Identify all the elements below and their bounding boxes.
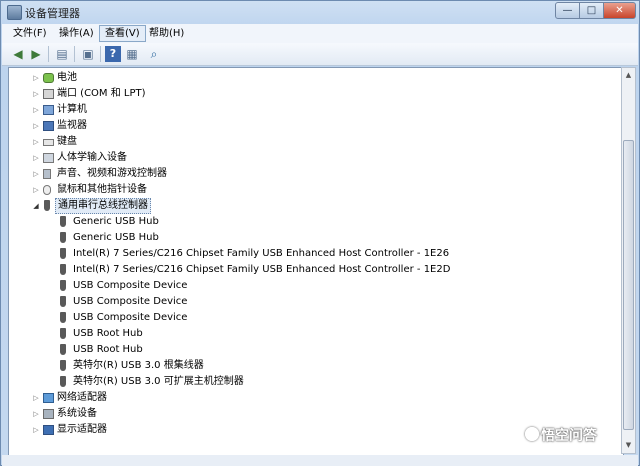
back-icon[interactable]: ◀ xyxy=(10,46,26,62)
expand-arrow-icon[interactable]: ▷ xyxy=(31,134,41,150)
maximize-button[interactable]: □ xyxy=(579,2,604,19)
menu-help[interactable]: 帮助(H) xyxy=(144,25,189,42)
tree-item-label: 人体学输入设备 xyxy=(57,152,127,163)
tree-item-label: 声音、视频和游戏控制器 xyxy=(57,168,167,179)
usb-icon xyxy=(60,312,66,323)
expand-arrow-icon[interactable]: ▷ xyxy=(31,390,41,406)
properties-icon[interactable]: ▣ xyxy=(80,46,96,62)
tree-item-label: Generic USB Hub xyxy=(73,216,159,227)
status-bar xyxy=(2,455,638,466)
monitor-icon xyxy=(43,121,54,131)
tree-item-label: 英特尔(R) USB 3.0 可扩展主机控制器 xyxy=(73,376,244,387)
tree-item-label: 显示适配器 xyxy=(57,424,107,435)
usb-icon xyxy=(60,216,66,227)
title-bar[interactable]: 设备管理器 — □ ✕ xyxy=(1,1,639,23)
tree-item-label: Intel(R) 7 Series/C216 Chipset Family US… xyxy=(73,264,451,275)
usb-icon xyxy=(60,360,66,371)
toolbar: ◀ ▶ ▤ ▣ ? ▦ ⌕ xyxy=(2,43,638,66)
usb-icon xyxy=(60,296,66,307)
usb-icon xyxy=(44,200,50,211)
tree-item-label: 监视器 xyxy=(57,120,87,131)
usb-icon xyxy=(60,328,66,339)
usb-icon xyxy=(60,264,66,275)
menu-action[interactable]: 操作(A) xyxy=(54,25,99,42)
toolbar-separator xyxy=(100,46,101,62)
minimize-button[interactable]: — xyxy=(555,2,580,19)
keyboard-icon xyxy=(43,139,54,146)
scan-hardware-icon[interactable]: ⌕ xyxy=(146,46,162,62)
watermark-logo-icon xyxy=(525,427,539,441)
expand-arrow-icon[interactable]: ▷ xyxy=(31,150,41,166)
tree-item-label: 英特尔(R) USB 3.0 根集线器 xyxy=(73,360,204,371)
collapse-arrow-icon[interactable]: ◢ xyxy=(31,198,41,214)
scroll-down-icon[interactable]: ▼ xyxy=(622,438,635,452)
show-hide-console-icon[interactable]: ▤ xyxy=(54,46,70,62)
expand-arrow-icon[interactable]: ▷ xyxy=(31,118,41,134)
tree-item-label: Intel(R) 7 Series/C216 Chipset Family US… xyxy=(73,248,450,259)
system-icon xyxy=(43,409,54,419)
watermark: 悟空问答 xyxy=(541,428,597,444)
tree-item-label: USB Root Hub xyxy=(73,344,143,355)
usb-icon xyxy=(60,344,66,355)
toolbar-separator xyxy=(74,46,75,62)
expand-arrow-icon[interactable]: ▷ xyxy=(31,422,41,438)
vertical-scrollbar[interactable]: ▲ ▼ xyxy=(621,67,636,454)
usb-icon xyxy=(60,376,66,387)
usb-icon xyxy=(60,232,66,243)
expand-arrow-icon[interactable]: ▷ xyxy=(31,102,41,118)
menu-view[interactable]: 查看(V) xyxy=(99,25,146,42)
hid-icon xyxy=(43,153,54,163)
tree-item-label: 键盘 xyxy=(57,136,77,147)
tree-item-label: 电池 xyxy=(57,72,77,83)
tree-item-label: 网络适配器 xyxy=(57,392,107,403)
expand-arrow-icon[interactable]: ▷ xyxy=(31,406,41,422)
usb-icon xyxy=(60,280,66,291)
battery-icon xyxy=(43,73,54,83)
tree-item-label: 通用串行总线控制器 xyxy=(55,198,151,214)
expand-arrow-icon[interactable]: ▷ xyxy=(31,86,41,102)
port-icon xyxy=(43,89,54,99)
expand-arrow-icon[interactable]: ▷ xyxy=(31,182,41,198)
sound-icon xyxy=(43,169,51,179)
window-title: 设备管理器 xyxy=(25,7,80,20)
mouse-icon xyxy=(43,185,51,195)
device-tree[interactable]: ▷ 电池 ▷ 端口 (COM 和 LPT) ▷ 计算机 ▷ 监视器 ▷ 键盘 ▷… xyxy=(8,67,624,456)
scroll-thumb[interactable] xyxy=(623,140,634,430)
tree-item-label: USB Composite Device xyxy=(73,280,188,291)
tree-item-label: USB Root Hub xyxy=(73,328,143,339)
view-icon[interactable]: ▦ xyxy=(124,46,140,62)
help-icon[interactable]: ? xyxy=(105,46,121,62)
computer-icon xyxy=(43,105,54,115)
network-icon xyxy=(43,393,54,403)
scroll-up-icon[interactable]: ▲ xyxy=(622,68,635,82)
tree-item-label: USB Composite Device xyxy=(73,296,188,307)
device-manager-window: 设备管理器 — □ ✕ 文件(F) 操作(A) 查看(V) 帮助(H) ◀ ▶ … xyxy=(0,0,640,466)
usb-icon xyxy=(60,248,66,259)
tree-item-label: 计算机 xyxy=(57,104,87,115)
menu-file[interactable]: 文件(F) xyxy=(8,25,52,42)
device-manager-icon xyxy=(7,5,22,20)
toolbar-separator xyxy=(48,46,49,62)
menu-bar: 文件(F) 操作(A) 查看(V) 帮助(H) xyxy=(2,24,638,43)
tree-item-label: USB Composite Device xyxy=(73,312,188,323)
display-icon xyxy=(43,425,54,435)
forward-icon[interactable]: ▶ xyxy=(28,46,44,62)
tree-item-label: 系统设备 xyxy=(57,408,97,419)
tree-item-label: 鼠标和其他指针设备 xyxy=(57,184,147,195)
expand-arrow-icon[interactable]: ▷ xyxy=(31,166,41,182)
close-button[interactable]: ✕ xyxy=(603,2,636,19)
tree-item-label: Generic USB Hub xyxy=(73,232,159,243)
expand-arrow-icon[interactable]: ▷ xyxy=(31,70,41,86)
tree-item-label: 端口 (COM 和 LPT) xyxy=(57,88,146,99)
